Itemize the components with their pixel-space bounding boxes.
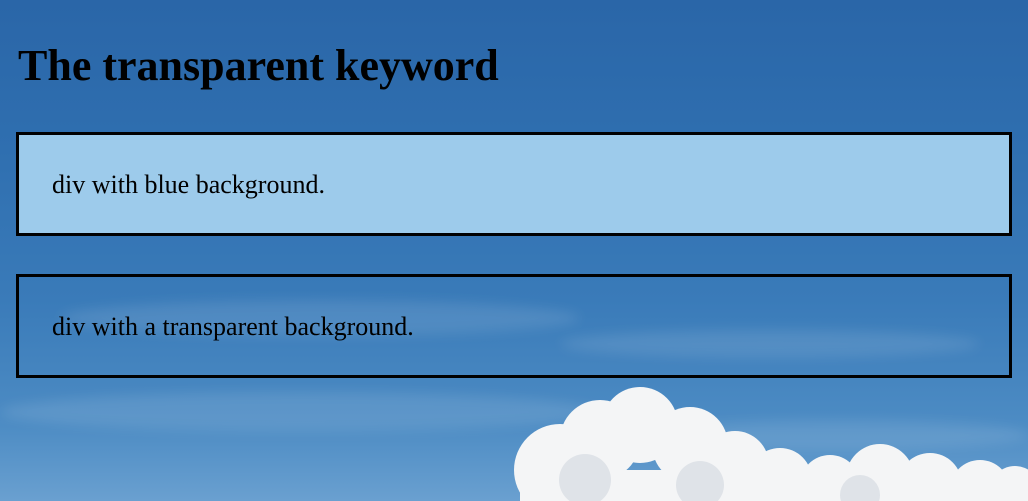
page-title: The transparent keyword [18, 41, 499, 90]
blue-div-text: div with blue background. [52, 170, 325, 199]
transparent-div-text: div with a transparent background. [52, 312, 414, 341]
blue-background-div: div with blue background. [16, 132, 1012, 236]
transparent-background-div: div with a transparent background. [16, 274, 1012, 378]
